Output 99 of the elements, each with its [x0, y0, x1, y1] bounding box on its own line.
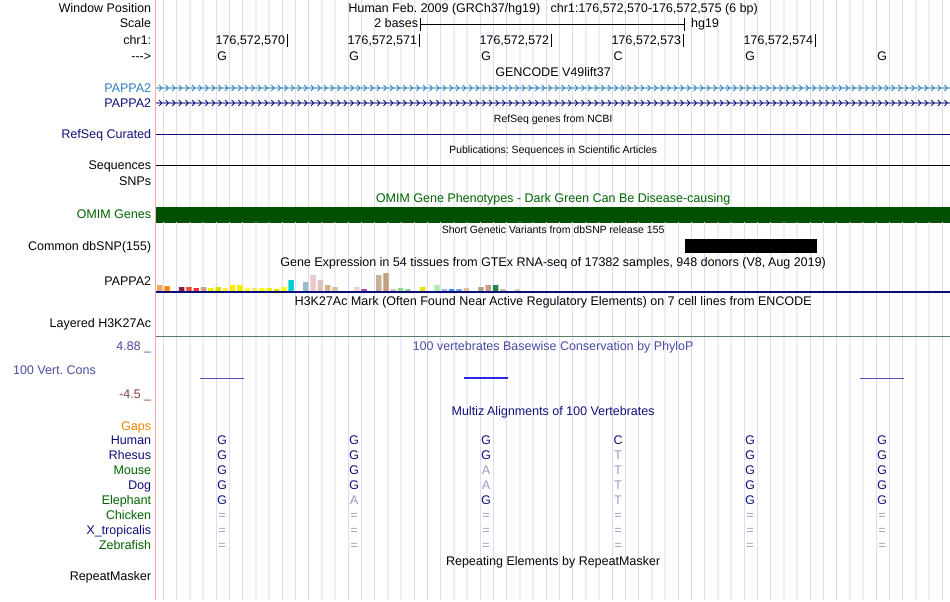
base-letter: = [482, 539, 490, 552]
base-letter: A [350, 494, 358, 507]
base-letter: = [878, 539, 886, 552]
species-label[interactable]: Zebrafish [98, 539, 151, 552]
coordinate-label: 176,572,570 [215, 34, 288, 46]
track-title: Short Genetic Variants from dbSNP release 155 [440, 224, 666, 236]
row-label[interactable]: chr1: [123, 34, 151, 46]
axis-max-label[interactable]: 4.88 _ [116, 340, 151, 353]
base-letter: A [482, 479, 490, 492]
base-letter: T [614, 449, 622, 462]
track-label[interactable]: 100 Vert. Cons [13, 364, 96, 376]
base-letter: G [481, 449, 491, 462]
scale-text: 2 bases [374, 16, 418, 30]
base-letter: G [217, 464, 227, 477]
base-letter: G [745, 464, 755, 477]
base-letter: = [614, 509, 622, 522]
base-letter: G [877, 449, 887, 462]
base-letter: T [614, 464, 622, 477]
base-letter: = [614, 524, 622, 537]
base-letter: G [745, 479, 755, 492]
base-letter: = [218, 539, 226, 552]
track-title: Gene Expression in 54 tissues from GTEx RNA-seq of 17382 samples, 948 donors (V8, Aug 2019) [279, 256, 827, 268]
row-label[interactable]: Window Position [58, 2, 151, 14]
track-title: H3K27Ac Mark (Often Found Near Active Regulatory Elements) on 7 cell lines from ENCODE [294, 294, 812, 308]
base-letter: = [350, 524, 358, 537]
base-letter: = [746, 524, 754, 537]
base-letter: G [877, 479, 887, 492]
track-label[interactable]: RepeatMasker [70, 570, 151, 583]
species-label[interactable]: Mouse [113, 464, 151, 477]
base-letter: = [350, 509, 358, 522]
row-label[interactable]: Scale [120, 17, 151, 30]
track-label[interactable]: Common dbSNP(155) [28, 240, 151, 252]
base-letter: G [877, 434, 887, 447]
base-letter: G [217, 449, 227, 462]
assembly-label: hg19 [690, 17, 719, 30]
coordinate-label: 176,572,574 [743, 34, 816, 46]
track-label[interactable]: RefSeq Curated [61, 128, 151, 141]
base-letter: G [217, 434, 227, 447]
base-letter: = [482, 524, 490, 537]
base-letter: C [613, 50, 623, 63]
track-label[interactable]: Layered H3K27Ac [50, 316, 151, 330]
base-letter: = [482, 509, 490, 522]
base-letter: G [745, 434, 755, 447]
track-label[interactable]: Sequences [88, 159, 151, 172]
species-label[interactable]: X_tropicalis [86, 524, 151, 537]
track-title: OMIM Gene Phenotypes - Dark Green Can Be Disease-causing [374, 192, 732, 204]
base-letter: G [877, 50, 887, 63]
base-letter: = [878, 524, 886, 537]
base-letter: G [745, 50, 755, 63]
base-letter: = [746, 509, 754, 522]
gene-label[interactable]: PAPPA2 [104, 82, 151, 94]
assembly-text: Human Feb. 2009 (GRCh37/hg19) [348, 0, 540, 15]
base-letter: G [349, 434, 359, 447]
base-letter: = [614, 539, 622, 552]
strand-label[interactable]: ---> [131, 50, 151, 63]
base-letter: T [614, 494, 622, 507]
position-text: chr1:176,572,570-176,572,575 (6 bp) [550, 0, 758, 15]
gene-label[interactable]: PAPPA2 [104, 97, 151, 110]
axis-min-label[interactable]: -4.5 _ [119, 388, 151, 401]
coordinate-label: 176,572,573 [611, 34, 684, 46]
base-letter: G [877, 494, 887, 507]
base-letter: A [482, 464, 490, 477]
base-letter: = [746, 539, 754, 552]
base-letter: = [218, 509, 226, 522]
base-letter: G [745, 494, 755, 507]
base-letter: T [614, 479, 622, 492]
base-letter: C [613, 434, 623, 447]
base-letter: = [350, 539, 358, 552]
base-letter: G [481, 494, 491, 507]
base-letter: G [217, 50, 227, 63]
species-label[interactable]: Human [110, 434, 151, 447]
base-letter: G [349, 50, 359, 63]
track-title: Multiz Alignments of 100 Vertebrates [450, 404, 656, 418]
coordinate-label: 176,572,571 [347, 34, 420, 46]
track-title: GENCODE V49lift37 [494, 66, 612, 78]
species-label[interactable]: Chicken [106, 509, 151, 522]
track-title: RefSeq genes from NCBI [492, 114, 614, 124]
base-letter: G [877, 464, 887, 477]
gene-label[interactable]: PAPPA2 [104, 275, 151, 288]
base-letter: G [349, 464, 359, 477]
base-letter: G [349, 479, 359, 492]
track-title: 100 vertebrates Basewise Conservation by PhyloP [412, 340, 694, 353]
track-title: Publications: Sequences in Scientific Articles [448, 144, 658, 156]
track-label[interactable]: OMIM Genes [76, 208, 151, 221]
track-label[interactable]: SNPs [119, 174, 151, 188]
base-letter: G [481, 434, 491, 447]
species-label[interactable]: Elephant [102, 494, 151, 507]
base-letter: G [217, 494, 227, 507]
species-label[interactable]: Rhesus [108, 449, 151, 462]
track-title: Repeating Elements by RepeatMasker [444, 554, 661, 568]
species-label[interactable]: Dog [128, 479, 151, 492]
conservation-mark [464, 377, 508, 379]
base-letter: G [349, 449, 359, 462]
coordinate-label: 176,572,572 [479, 34, 552, 46]
base-letter: G [481, 50, 491, 63]
base-letter: = [218, 524, 226, 537]
base-letter: G [217, 479, 227, 492]
base-letter: = [878, 509, 886, 522]
base-letter: G [745, 449, 755, 462]
